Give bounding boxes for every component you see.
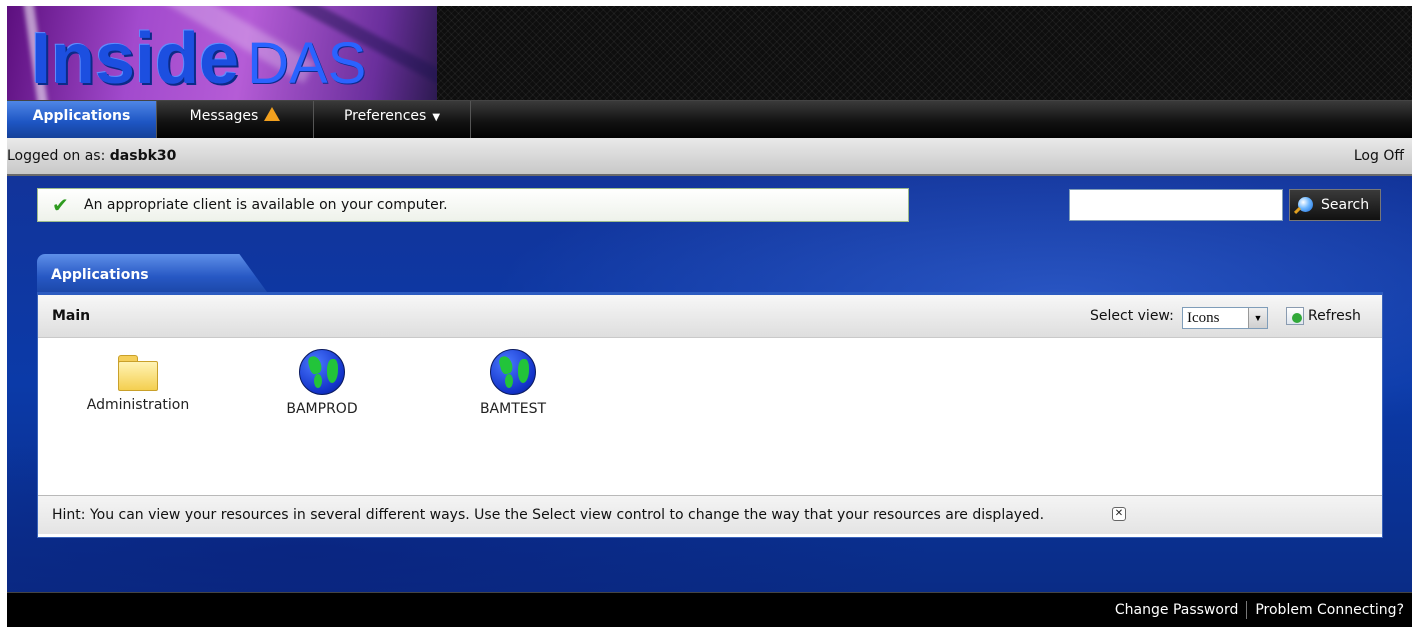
search-icon <box>1298 197 1313 212</box>
username: dasbk30 <box>109 148 177 164</box>
refresh-icon <box>1286 307 1304 325</box>
divider <box>1246 601 1248 619</box>
globe-icon <box>490 349 536 395</box>
main-content: ✔ An appropriate client is available on … <box>7 176 1412 592</box>
resource-administration[interactable]: Administration <box>68 355 208 413</box>
client-status-banner: ✔ An appropriate client is available on … <box>37 188 909 222</box>
select-view-dropdown[interactable]: Icons ▼ <box>1182 307 1268 329</box>
main-nav: Applications Messages Preferences ▼ <box>7 100 1412 139</box>
logo-text-inside: Inside <box>31 19 240 99</box>
tab-applications[interactable]: Applications <box>7 101 157 139</box>
logo: Inside DAS <box>7 6 437 100</box>
resource-bamtest[interactable]: BAMTEST <box>443 349 583 417</box>
checkmark-icon: ✔ <box>52 193 69 217</box>
section-title: Main <box>52 308 91 324</box>
logo-text-das: DAS <box>247 31 367 96</box>
footer: Change Password Problem Connecting? <box>7 592 1412 627</box>
select-view-value: Icons <box>1187 310 1220 326</box>
tab-messages-label: Messages <box>189 108 259 124</box>
problem-connecting-link[interactable]: Problem Connecting? <box>1255 602 1404 618</box>
log-off-link[interactable]: Log Off <box>1354 138 1404 174</box>
tab-preferences-label: Preferences <box>343 108 427 124</box>
resource-label: Administration <box>86 397 190 413</box>
logged-on-label: Logged on as: <box>7 148 106 164</box>
tab-preferences[interactable]: Preferences ▼ <box>314 101 471 139</box>
close-icon[interactable]: ✕ <box>1112 507 1126 521</box>
change-password-link[interactable]: Change Password <box>1115 602 1238 618</box>
tab-messages[interactable]: Messages <box>157 101 314 139</box>
globe-icon <box>299 349 345 395</box>
refresh-label: Refresh <box>1308 308 1361 324</box>
resource-label: BAMTEST <box>479 401 547 417</box>
logged-on-text: Logged on as: dasbk30 <box>7 138 176 174</box>
search-input[interactable] <box>1069 189 1283 221</box>
search-button-label: Search <box>1321 197 1370 213</box>
header-banner: Inside DAS <box>7 6 1412 100</box>
client-status-text: An appropriate client is available on yo… <box>84 197 448 213</box>
select-view-label: Select view: <box>1090 308 1174 324</box>
warning-icon <box>264 107 281 121</box>
tab-applications-label: Applications <box>32 108 131 124</box>
hint-text: Hint: You can view your resources in sev… <box>52 507 1045 523</box>
logged-on-bar: Logged on as: dasbk30 Log Off <box>7 138 1412 176</box>
search-button[interactable]: Search <box>1289 189 1381 221</box>
panel-header: Main Select view: Icons ▼ Refresh <box>38 295 1382 338</box>
tab-applications-panel[interactable]: Applications <box>37 254 267 292</box>
hint-bar: Hint: You can view your resources in sev… <box>38 495 1382 534</box>
resource-bamprod[interactable]: BAMPROD <box>252 349 392 417</box>
resource-label: BAMPROD <box>286 401 358 417</box>
chevron-down-icon: ▼ <box>432 112 441 123</box>
applications-panel: Main Select view: Icons ▼ Refresh Admini… <box>37 292 1383 538</box>
app-window: Inside DAS Applications Messages Preferen… <box>7 6 1412 627</box>
folder-icon <box>118 355 158 391</box>
chevron-down-icon[interactable]: ▼ <box>1248 308 1267 328</box>
